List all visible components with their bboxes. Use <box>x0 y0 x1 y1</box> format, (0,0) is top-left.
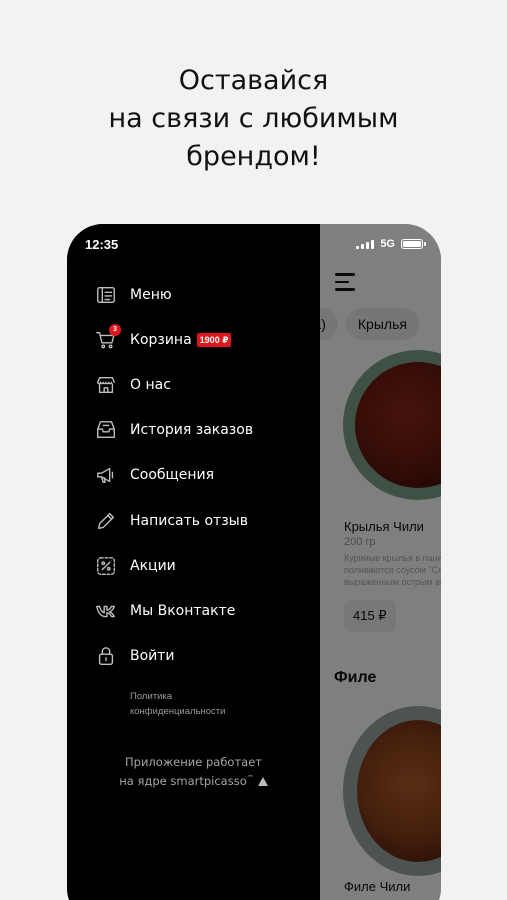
menu-item-order-history[interactable]: История заказов <box>94 408 253 453</box>
drawer-menu: Меню 3 Корзина 1900 ₽ О нас История зака… <box>94 272 253 679</box>
network-type: 5G <box>380 238 395 250</box>
cart-count-badge: 3 <box>109 323 121 336</box>
menu-item-label: Акции <box>130 557 176 574</box>
menu-item-label: Войти <box>130 648 175 665</box>
status-time: 12:35 <box>85 237 119 252</box>
signal-icon <box>356 239 375 249</box>
menu-item-label: Корзина <box>130 331 192 348</box>
navigation-drawer: 12:35 Меню 3 Корзина 1900 ₽ О нас Истори… <box>67 224 320 900</box>
menu-item-messages[interactable]: Сообщения <box>94 453 253 498</box>
powered-line-2: на ядре smartpicasso™ <box>67 770 320 789</box>
headline-line-3: брендом! <box>186 141 321 172</box>
menu-item-about[interactable]: О нас <box>94 362 253 407</box>
powered-by-text: Приложение работает на ядре smartpicasso… <box>67 754 320 789</box>
headline-line-1: Оставайся <box>178 65 329 96</box>
vk-icon <box>94 599 118 623</box>
menu-item-vkontakte[interactable]: Мы Вконтакте <box>94 588 253 633</box>
menu-item-label: История заказов <box>130 422 254 439</box>
order-history-icon <box>94 418 118 442</box>
cart-total-badge: 1900 ₽ <box>196 332 232 347</box>
menu-book-icon <box>94 283 118 307</box>
smartpicasso-logo-icon <box>257 776 268 786</box>
store-icon <box>94 373 118 397</box>
menu-item-label: О нас <box>130 376 171 393</box>
menu-item-label: Меню <box>130 286 172 303</box>
menu-item-label: Мы Вконтакте <box>130 602 236 619</box>
promo-headline: Оставайся на связи с любимым брендом! <box>0 62 507 176</box>
menu-item-cart[interactable]: 3 Корзина 1900 ₽ <box>94 317 253 362</box>
menu-item-menu[interactable]: Меню <box>94 272 253 317</box>
megaphone-icon <box>94 463 118 487</box>
menu-item-label: Сообщения <box>130 467 215 484</box>
menu-item-review[interactable]: Написать отзыв <box>94 498 253 543</box>
menu-item-login[interactable]: Войти <box>94 634 253 679</box>
lock-icon <box>94 644 118 668</box>
menu-item-label: Написать отзыв <box>130 512 248 529</box>
privacy-policy-link[interactable]: Политика конфиденциальности <box>130 689 225 719</box>
pencil-icon <box>94 509 118 533</box>
powered-line-1: Приложение работает <box>125 755 262 769</box>
menu-item-promotions[interactable]: Акции <box>94 543 253 588</box>
discount-icon <box>94 554 118 578</box>
cart-icon: 3 <box>94 323 121 352</box>
phone-frame: ка) Крылья Крылья Чили 200 гр Куриные кр… <box>67 224 441 900</box>
battery-icon <box>401 239 426 249</box>
status-indicators: 5G <box>356 238 426 250</box>
headline-line-2: на связи с любимым <box>108 103 399 134</box>
